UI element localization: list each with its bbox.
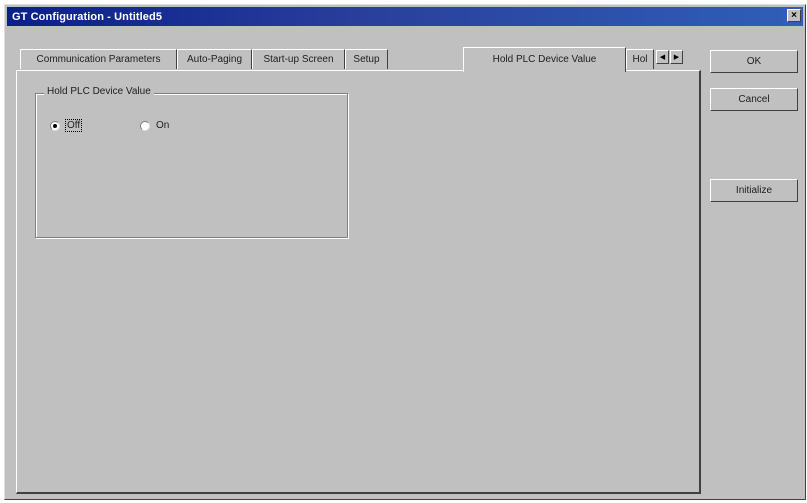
radio-selected-dot <box>53 123 57 128</box>
radio-off[interactable]: Off <box>50 119 83 132</box>
radio-on-button[interactable] <box>140 120 150 131</box>
hold-plc-device-value-group: Hold PLC Device Value Off On <box>35 86 348 238</box>
arrow-left-icon: ◀ <box>659 54 666 61</box>
tab-start-up-screen[interactable]: Start-up Screen <box>252 49 345 69</box>
cancel-button[interactable]: Cancel <box>710 88 798 111</box>
tab-label: Hold PLC Device Value <box>492 53 597 65</box>
tab-label: Setup <box>353 54 380 65</box>
initialize-button[interactable]: Initialize <box>710 179 798 202</box>
radio-on[interactable]: On <box>140 120 169 131</box>
close-icon: × <box>791 9 797 21</box>
tab-panel: Hold PLC Device Value Off On <box>16 70 701 494</box>
tab-communication-parameters[interactable]: Communication Parameters <box>20 49 177 69</box>
tab-label: Auto-Paging <box>186 54 243 65</box>
title-bar: GT Configuration - Untitled5 × <box>7 7 803 26</box>
arrow-right-icon: ▶ <box>673 54 680 61</box>
tab-label: Start-up Screen <box>263 54 334 65</box>
tab-hol[interactable]: Hol <box>626 49 654 69</box>
radio-on-label: On <box>156 120 170 131</box>
radio-off-button[interactable] <box>50 120 60 131</box>
tab-auto-paging[interactable]: Auto-Paging <box>177 49 252 69</box>
tab-label: Communication Parameters <box>36 54 161 65</box>
close-button[interactable]: × <box>787 9 801 22</box>
tab-label: Hol <box>632 54 648 65</box>
tab-scroll-left-button[interactable]: ◀ <box>656 50 669 64</box>
tab-setup[interactable]: Setup <box>345 49 388 69</box>
radio-off-label: Off <box>64 119 83 132</box>
ok-button[interactable]: OK <box>710 50 798 73</box>
window-title: GT Configuration - Untitled5 <box>12 10 163 23</box>
tab-strip: Communication Parameters Auto-Paging Sta… <box>20 47 700 72</box>
tab-scroll-right-button[interactable]: ▶ <box>670 50 683 64</box>
group-legend: Hold PLC Device Value <box>44 86 154 97</box>
tab-hold-plc-device-value[interactable]: Hold PLC Device Value <box>463 47 626 72</box>
